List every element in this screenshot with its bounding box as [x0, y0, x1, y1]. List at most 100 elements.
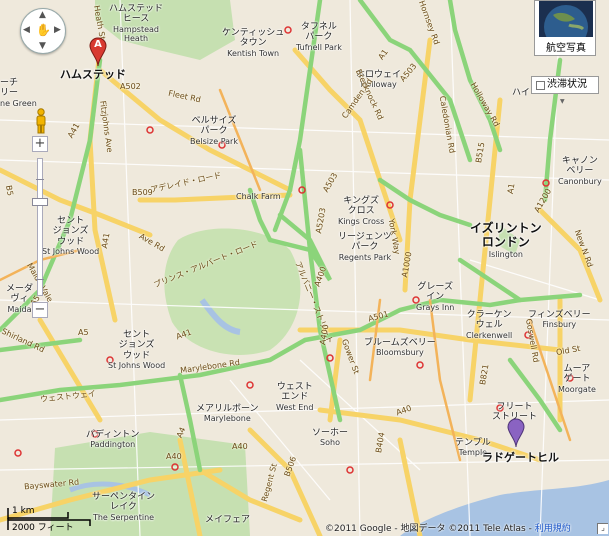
- area-en: Marylebone: [203, 414, 251, 424]
- marker-a[interactable]: A: [89, 37, 107, 67]
- area-en: Finsbury: [542, 320, 577, 330]
- area-jp: イズリントン ロンドン: [470, 221, 542, 249]
- road-label-a5b: A5: [78, 328, 89, 337]
- area-en: Paddington: [90, 440, 136, 450]
- area-jp: キングズ クロス: [343, 196, 379, 217]
- scale-ft: 2000 フィート: [12, 523, 74, 533]
- marker-b[interactable]: [507, 418, 525, 448]
- terms-link[interactable]: 利用規約: [535, 524, 571, 534]
- copyright-text: ©2011 Google - 地図データ ©2011 Tele Atlas -: [325, 524, 535, 534]
- road-label-b5: B5: [4, 184, 15, 197]
- pan-control[interactable]: ▲ ▼ ◀ ▶ ✋: [20, 8, 66, 54]
- area-label-belsize-park: ベルサイズ パーク Belsize Park: [190, 116, 238, 146]
- area-jp: セント ジョンズ ウッド: [118, 330, 155, 361]
- pan-left-icon[interactable]: ◀: [23, 25, 30, 35]
- road-label-b509: B509: [132, 188, 153, 197]
- area-label-highbury: ハイ: [512, 88, 530, 98]
- area-en: West End: [276, 402, 314, 412]
- area-jp: キャノン ベリー: [561, 156, 598, 177]
- area-jp: ウェスト エンド: [276, 382, 313, 403]
- area-label-mayfair: メイフェア: [205, 515, 250, 525]
- area-label-moorgate: ムーア ゲート Moorgate: [558, 364, 596, 394]
- globe-thumbnail-icon: [539, 1, 593, 37]
- area-jp: テンプル: [455, 438, 491, 448]
- pan-right-icon[interactable]: ▶: [54, 25, 61, 35]
- area-en: Tufnell Park: [296, 42, 342, 52]
- area-jp: ーチ リー: [0, 78, 19, 99]
- area-label-paddington: パディントン Paddington: [86, 430, 139, 450]
- area-en: Moorgate: [558, 384, 596, 394]
- area-label-clerkenwell: クラーケン ウェル Clerkenwell: [466, 310, 512, 340]
- area-label-regents-park: リージェンツ パーク Regents Park: [338, 232, 392, 262]
- traffic-label: 渋滞状況: [547, 79, 587, 90]
- road-label-a40b: A40: [232, 442, 248, 451]
- area-jp: パディントン: [86, 430, 140, 440]
- area-jp: タフネル パーク: [300, 22, 337, 43]
- zoom-control: + −: [32, 136, 48, 322]
- zoom-in-button[interactable]: +: [32, 136, 48, 152]
- area-label-grays-inn: グレーズ イン Grays Inn: [416, 282, 454, 312]
- area-label-kings-cross: キングズ クロス Kings Cross: [338, 196, 384, 226]
- marker-letter: A: [94, 39, 102, 50]
- road-label-a40a: A40: [166, 452, 182, 461]
- area-jp: ソーホー: [312, 428, 349, 438]
- area-jp: リージェンツ パーク: [338, 232, 392, 253]
- area-label-tufnell-park: タフネル パーク Tufnell Park: [296, 22, 342, 52]
- marker-b-label: ラドゲートヒル: [482, 451, 559, 464]
- area-jp: セント ジョンズ ウッド: [52, 216, 89, 247]
- copyright-notice: ©2011 Google - 地図データ ©2011 Tele Atlas - …: [325, 521, 571, 534]
- pegman-icon[interactable]: [34, 108, 48, 134]
- expand-corner-icon[interactable]: ⌟: [597, 523, 608, 534]
- area-en: Bloomsbury: [376, 348, 424, 358]
- area-jp: ムーア ゲート: [563, 364, 591, 385]
- area-label-bloomsbury: ブルームズベリー Bloomsbury: [364, 338, 436, 358]
- area-en: Belsize Park: [190, 136, 238, 146]
- area-en: Kentish Town: [227, 48, 280, 58]
- hand-icon: ✋: [36, 23, 51, 37]
- road-label-chalk-farm: Chalk Farm: [236, 192, 281, 201]
- traffic-toggle[interactable]: 渋滞状況 ▼: [531, 76, 599, 105]
- area-jp: ベルサイズ パーク: [191, 116, 237, 137]
- satellite-toggle[interactable]: 航空写真: [534, 0, 596, 56]
- area-en: Canonbury: [558, 176, 602, 186]
- area-en: Hampstead Heath: [113, 24, 159, 43]
- area-label-islington: イズリントン ロンドン Islington: [470, 221, 542, 259]
- area-jp: ハムステッド ヒース: [109, 4, 164, 25]
- area-jp: クラーケン ウェル: [466, 310, 512, 331]
- traffic-checkbox[interactable]: [536, 81, 545, 90]
- area-label-kentish-town: ケンティッシュ タウン Kentish Town: [222, 28, 284, 58]
- area-en: St Johns Wood: [108, 361, 166, 371]
- pan-up-icon[interactable]: ▲: [39, 10, 46, 20]
- map-canvas[interactable]: ハムステッド ヒース Hampstead Heath ケンティッシュ タウン Ken…: [0, 0, 609, 536]
- area-en: Islington: [488, 249, 523, 259]
- area-en: Maida: [7, 304, 32, 314]
- area-label-maida: メーダ ヴィ Maida: [6, 284, 33, 314]
- area-label-canonbury: キャノン ベリー Canonbury: [558, 156, 602, 186]
- scale-km: 1 km: [12, 506, 35, 516]
- area-jp: グレーズ イン: [417, 282, 453, 303]
- area-label-st-johns-wood-n: セント ジョンズ ウッド St Johns Wood: [42, 216, 99, 256]
- pegman-figure-icon: [36, 108, 46, 134]
- area-label-arch: ーチ リー ne Green: [0, 78, 37, 108]
- zoom-slider-track[interactable]: [36, 158, 44, 296]
- area-en: Kings Cross: [338, 216, 385, 226]
- marker-a-label: ハムステッド: [60, 68, 126, 81]
- area-en: ne Green: [0, 98, 37, 108]
- marker-pin-icon: [507, 418, 525, 448]
- area-label-hampstead-heath: ハムステッド ヒース Hampstead Heath: [109, 4, 163, 43]
- area-jp: ハイ: [512, 88, 530, 98]
- chevron-down-icon[interactable]: ▼: [560, 94, 565, 110]
- area-jp: メイフェア: [205, 515, 251, 525]
- road-label-a1b: A1: [505, 182, 517, 195]
- area-en: St Johns Wood: [42, 247, 100, 257]
- area-jp: ケンティッシュ タウン: [222, 28, 285, 49]
- area-label-marylebone: メアリルボーン Marylebone: [196, 404, 259, 424]
- road-label-a502: A502: [120, 82, 141, 91]
- area-label-finsbury: フィンズベリー Finsbury: [528, 310, 591, 330]
- area-en: Soho: [320, 438, 340, 448]
- pan-down-icon[interactable]: ▼: [39, 41, 46, 51]
- area-en: Grays Inn: [416, 302, 455, 312]
- zoom-out-button[interactable]: −: [32, 302, 48, 318]
- area-jp: メアリルボーン: [196, 404, 259, 414]
- zoom-slider-thumb[interactable]: [32, 198, 48, 206]
